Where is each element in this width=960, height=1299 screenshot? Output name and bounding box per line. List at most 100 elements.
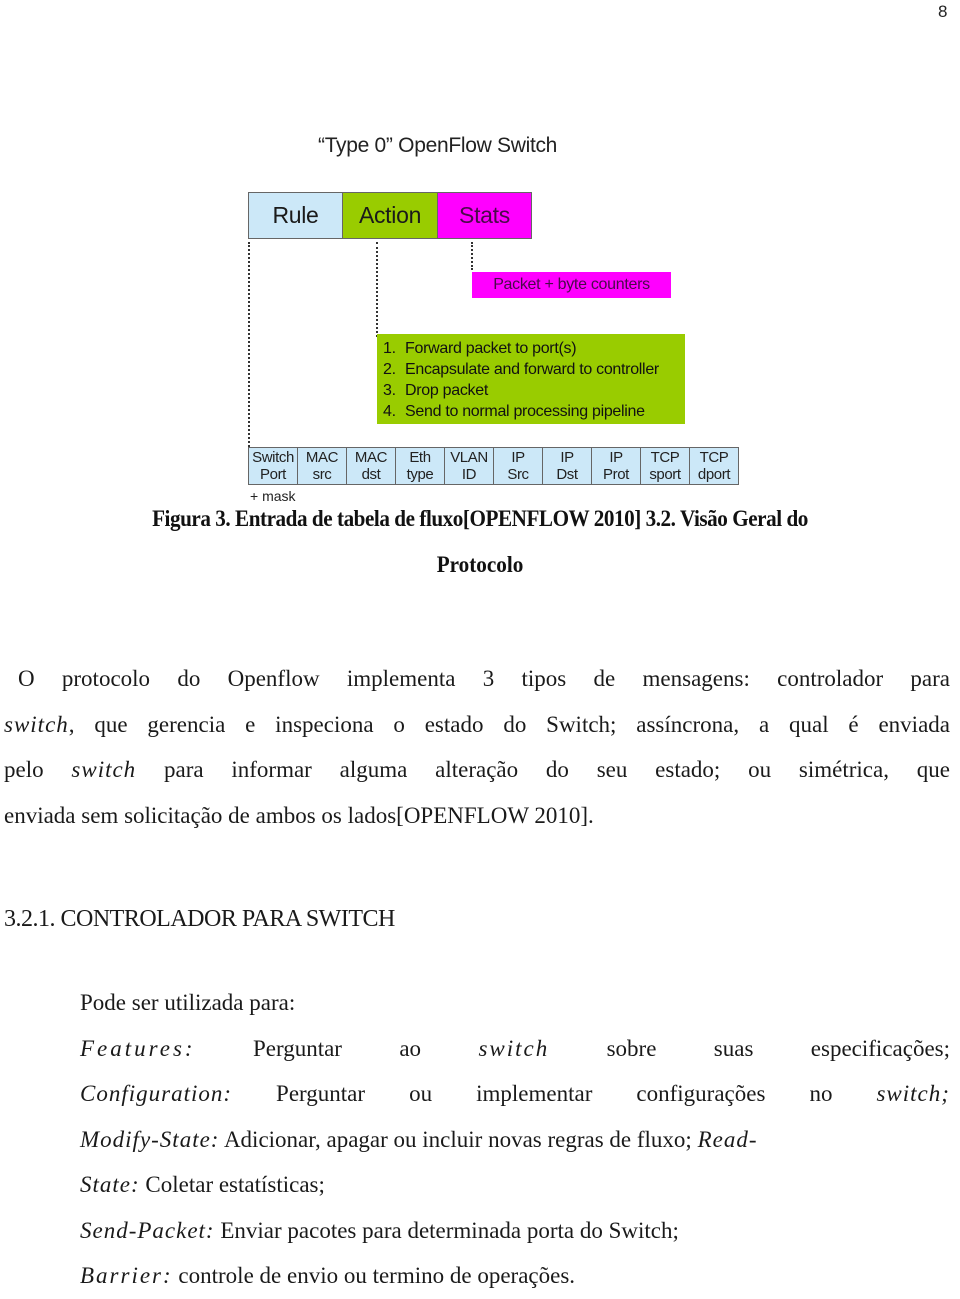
action-number: 1. <box>383 340 396 357</box>
action-item: 1. Forward packet to port(s) <box>383 338 679 359</box>
field-bottom: dport <box>697 466 731 483</box>
action-text: Forward packet to port(s) <box>405 340 577 357</box>
field-top: TCP <box>699 449 729 466</box>
field-cell: Eth type <box>395 447 445 485</box>
term-read-state: Read- <box>697 1126 758 1152</box>
action-text: Send to normal processing pipeline <box>405 403 645 420</box>
item-text: Enviar pacotes para determinada porta do… <box>214 1217 679 1243</box>
field-cell: MAC src <box>297 447 347 485</box>
section-heading: 3.2.1. CONTROLADOR PARA SWITCH <box>4 906 395 932</box>
field-top: MAC <box>354 449 388 466</box>
field-top: TCP <box>650 449 680 466</box>
paragraph-text: para informar alguma alteração do seu es… <box>136 757 950 782</box>
match-fields-table: Switch Port MAC src MAC dst Eth type VLAN ID … <box>248 447 739 485</box>
item-text: controle de envio ou termino de operaçõe… <box>172 1263 576 1288</box>
field-bottom: sport <box>649 466 681 483</box>
word: configurações <box>636 1081 766 1106</box>
field-bottom: src <box>312 466 332 483</box>
list-item-send-packet: Send-Packet: Enviar pacotes para determi… <box>80 1208 950 1254</box>
body-paragraph: O protocolo do Openflow implementa 3 tip… <box>4 656 950 838</box>
action-number: 4. <box>383 403 396 420</box>
figure-caption: Figura 3. Entrada de tabela de fluxo[OPE… <box>152 506 808 531</box>
italic-term: switch <box>478 1035 550 1061</box>
field-bottom: type <box>406 466 434 483</box>
rule-cell: Rule <box>248 192 343 239</box>
field-cell: IP Dst <box>542 447 592 485</box>
list-item-features: Features: Perguntar ao switch sobre suas… <box>80 1026 950 1072</box>
list-item-barrier: Barrier: controle de envio ou termino de… <box>80 1253 950 1299</box>
figure-title: “Type 0” OpenFlow Switch <box>318 134 558 157</box>
list-item-modify-state: Modify-State: Adicionar, apagar ou inclu… <box>80 1117 950 1163</box>
word: Perguntar <box>252 1035 342 1061</box>
word: especificações; <box>810 1035 950 1061</box>
list-intro: Pode ser utilizada para: <box>80 990 296 1015</box>
word: suas <box>713 1035 754 1061</box>
item-text: Coletar estatísticas; <box>139 1172 325 1197</box>
term-read-state-cont: State: <box>80 1172 140 1197</box>
field-top: IP <box>609 449 623 466</box>
field-bottom: Dst <box>556 466 578 483</box>
action-number: 2. <box>383 361 396 378</box>
paragraph-line: pelo switch para informar alguma alteraç… <box>4 747 950 793</box>
field-cell: MAC dst <box>346 447 396 485</box>
paragraph-text: , que gerencia e inspeciona o estado do … <box>68 711 950 737</box>
action-number: 3. <box>383 382 396 399</box>
action-item: 3. Drop packet <box>383 380 679 401</box>
field-bottom: Src <box>507 466 529 483</box>
stats-connector-line <box>471 242 473 270</box>
paragraph-line: switch, que gerencia e inspeciona o esta… <box>4 702 950 748</box>
field-top: Eth <box>409 449 431 466</box>
actions-list: 1. Forward packet to port(s) 2. Encapsulat… <box>383 338 679 422</box>
word: implementar <box>476 1081 593 1106</box>
word: Perguntar <box>276 1081 366 1106</box>
field-bottom: dst <box>361 466 381 483</box>
term-send-packet: Send-Packet: <box>80 1217 215 1243</box>
term-barrier: Barrier: <box>80 1263 173 1288</box>
field-cell: TCP dport <box>689 447 739 485</box>
fields-row: Switch Port MAC src MAC dst Eth type VLAN ID … <box>248 447 739 485</box>
field-top: IP <box>511 449 525 466</box>
action-item: 4. Send to normal processing pipeline <box>383 401 679 422</box>
list-item-configuration: Configuration: Perguntar ou implementar … <box>80 1071 950 1117</box>
action-item: 2. Encapsulate and forward to controller <box>383 359 679 380</box>
term-modify-state: Modify-State: <box>80 1126 220 1152</box>
term-features: Features: <box>80 1035 196 1061</box>
field-bottom: ID <box>461 466 477 483</box>
paragraph-line: O protocolo do Openflow implementa 3 tip… <box>18 666 950 691</box>
field-bottom: Port <box>260 466 286 483</box>
field-cell: VLAN ID <box>444 447 494 485</box>
action-cell: Action <box>342 192 438 239</box>
message-types-list: Pode ser utilizada para: Features: Pergu… <box>80 980 950 1299</box>
item-text: Adicionar, apagar ou incluir novas regra… <box>219 1126 698 1152</box>
italic-term: switch <box>71 757 137 782</box>
field-top: VLAN <box>450 449 488 466</box>
list-item-read-state: State: Coletar estatísticas; <box>80 1162 950 1208</box>
mask-note: + mask <box>250 488 296 504</box>
field-top: MAC <box>305 449 339 466</box>
action-text: Drop packet <box>405 382 488 399</box>
paragraph-line: enviada sem solicitação de ambos os lado… <box>4 802 594 828</box>
paragraph-text: pelo <box>4 757 72 782</box>
page-number: 8 <box>938 2 948 21</box>
word: ao <box>399 1035 422 1061</box>
italic-term: switch; <box>876 1081 950 1106</box>
action-text: Encapsulate and forward to controller <box>405 361 659 378</box>
field-top: IP <box>560 449 574 466</box>
field-cell: TCP sport <box>640 447 690 485</box>
word: ou <box>409 1081 433 1106</box>
italic-term: switch <box>4 711 69 737</box>
field-top: Switch <box>252 449 294 466</box>
word: no <box>809 1081 833 1106</box>
word: sobre <box>606 1035 657 1061</box>
actions-detail-box: 1. Forward packet to port(s) 2. Encapsulat… <box>377 334 685 424</box>
field-cell: IP Prot <box>591 447 641 485</box>
field-cell: Switch Port <box>248 447 298 485</box>
rule-connector-line <box>248 242 250 447</box>
stats-cell: Stats <box>437 192 532 239</box>
stats-detail-box: Packet + byte counters <box>472 272 671 298</box>
term-configuration: Configuration: <box>80 1081 233 1106</box>
action-connector-line <box>376 242 378 337</box>
section-title-protocolo: Protocolo <box>436 552 524 577</box>
field-cell: IP Src <box>493 447 543 485</box>
field-bottom: Prot <box>603 466 629 483</box>
